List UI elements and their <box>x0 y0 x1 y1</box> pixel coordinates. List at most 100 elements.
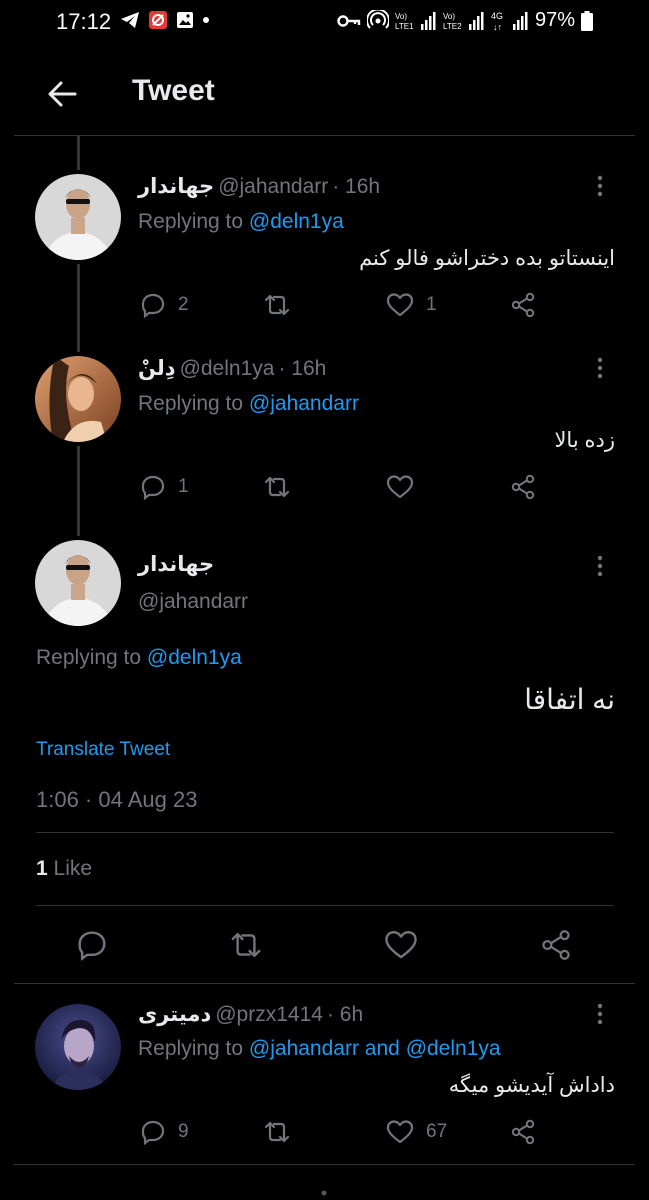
author-handle: @jahandarr <box>218 174 329 198</box>
divider <box>36 905 614 906</box>
share-icon <box>511 1119 535 1145</box>
avatar-image <box>35 1004 121 1090</box>
like-button[interactable] <box>384 929 418 961</box>
signal-lte1-icon: Vo)LTE1 <box>395 11 436 31</box>
divider <box>14 983 635 984</box>
like-button[interactable]: 67 <box>386 1119 447 1145</box>
battery-icon <box>581 10 593 31</box>
author-handle: @przx1414 <box>215 1002 323 1026</box>
share-icon <box>511 474 535 500</box>
share-icon <box>542 930 570 960</box>
reply-icon <box>78 931 106 961</box>
more-vertical-icon <box>597 555 603 577</box>
reply-icon <box>141 293 165 318</box>
replying-to: Replying to @jahandarr and @deln1ya <box>138 1037 501 1060</box>
heart-icon <box>386 1120 414 1144</box>
author-handle: @deln1ya <box>179 356 275 380</box>
like-count: 67 <box>426 1121 448 1142</box>
likes-summary[interactable]: 1 Like <box>36 857 92 881</box>
tweet[interactable]: دِلنْ @deln1ya · 16h Replying to @jahand… <box>0 352 649 522</box>
retweet-button[interactable] <box>262 1119 292 1145</box>
like-count: 1 <box>426 294 437 315</box>
tweet[interactable]: دمیتری @przx1414 · 6h Replying to @jahan… <box>0 998 649 1168</box>
retweet-button[interactable] <box>262 474 292 500</box>
like-button[interactable]: 1 <box>386 292 437 318</box>
scroll-indicator-dot <box>321 1190 327 1196</box>
svg-text:Vo): Vo) <box>443 12 455 21</box>
battery-percent: 97% <box>534 9 575 31</box>
avatar[interactable] <box>35 174 121 260</box>
status-time: 17:12 <box>56 9 112 34</box>
tweet[interactable]: جهاندار @jahandarr · 16h Replying to @de… <box>0 170 649 340</box>
share-icon <box>511 292 535 318</box>
dot-icon <box>203 17 209 23</box>
author-name: جهاندار <box>138 553 215 576</box>
thread-line <box>77 136 80 170</box>
more-options-button[interactable] <box>588 172 612 200</box>
more-options-button[interactable] <box>588 354 612 382</box>
reply-button[interactable]: 1 <box>140 474 189 500</box>
svg-text:LTE1: LTE1 <box>395 22 414 31</box>
hotspot-icon <box>366 9 389 29</box>
tweet-time: · 16h <box>332 174 381 198</box>
back-button[interactable] <box>42 74 82 114</box>
mention-link[interactable]: @deln1ya <box>147 646 242 669</box>
mention-link[interactable]: @jahandarr <box>249 392 359 415</box>
gallery-icon <box>177 12 193 28</box>
avatar[interactable] <box>35 1004 121 1090</box>
page-title: Tweet <box>132 74 215 107</box>
replying-to: Replying to @deln1ya <box>36 646 242 669</box>
like-total: 1 <box>36 857 48 880</box>
avatar[interactable] <box>35 540 121 626</box>
share-button[interactable] <box>510 292 536 318</box>
reply-button[interactable]: 2 <box>140 292 189 318</box>
heart-icon <box>386 475 414 499</box>
more-vertical-icon <box>597 357 603 379</box>
divider <box>36 832 614 833</box>
author-name: دمیتری <box>138 1003 212 1026</box>
svg-text:Vo): Vo) <box>395 12 407 21</box>
more-options-button[interactable] <box>588 552 612 580</box>
svg-text:LTE2: LTE2 <box>443 22 462 31</box>
mention-link[interactable]: @deln1ya <box>406 1037 501 1060</box>
signal-4g-icon: 4G↓↑ <box>491 11 528 32</box>
share-button[interactable] <box>510 474 536 500</box>
tweet-time: · 16h <box>278 356 327 380</box>
more-vertical-icon <box>597 175 603 197</box>
replying-to: Replying to @deln1ya <box>138 210 344 233</box>
retweet-icon <box>264 1121 290 1143</box>
more-vertical-icon <box>597 1003 603 1025</box>
retweet-button[interactable] <box>262 292 292 318</box>
reply-button[interactable] <box>76 929 108 961</box>
tweet-text: زده بالا <box>554 429 615 452</box>
status-bar: 17:12 Vo) LTE1 Vo) LTE2 4G ↓↑ 97% <box>0 0 649 48</box>
signal-lte2-icon: Vo)LTE2 <box>443 11 484 31</box>
author-name: دِلنْ <box>138 357 176 380</box>
mention-link[interactable]: @jahandarr <box>249 1037 359 1060</box>
share-button[interactable] <box>510 1119 536 1145</box>
retweet-button[interactable] <box>228 929 264 961</box>
tweet-text: داداش آیدیشو میگه <box>448 1074 615 1097</box>
author-handle: @jahandarr <box>138 590 249 613</box>
reply-count: 9 <box>178 1121 189 1142</box>
translate-tweet-link[interactable]: Translate Tweet <box>36 739 170 761</box>
header-divider <box>14 135 635 136</box>
divider <box>14 1164 635 1165</box>
avatar-image <box>35 540 121 626</box>
heart-icon <box>385 931 417 959</box>
reply-count: 2 <box>178 294 189 315</box>
like-label: Like <box>53 857 93 880</box>
mention-link[interactable]: @deln1ya <box>249 210 344 233</box>
more-options-button[interactable] <box>588 1000 612 1028</box>
arrow-left-icon <box>48 81 77 107</box>
avatar[interactable] <box>35 356 121 442</box>
reply-button[interactable]: 9 <box>140 1119 189 1145</box>
app-notification-icon <box>149 11 167 29</box>
svg-text:4G: 4G <box>491 11 503 21</box>
tweet-time: · 6h <box>326 1002 364 1026</box>
reply-count: 1 <box>178 476 189 497</box>
tweet-text: نه اتفاقا <box>524 684 615 715</box>
like-button[interactable] <box>386 474 414 500</box>
share-button[interactable] <box>540 929 572 961</box>
top-app-bar: Tweet <box>0 56 649 136</box>
